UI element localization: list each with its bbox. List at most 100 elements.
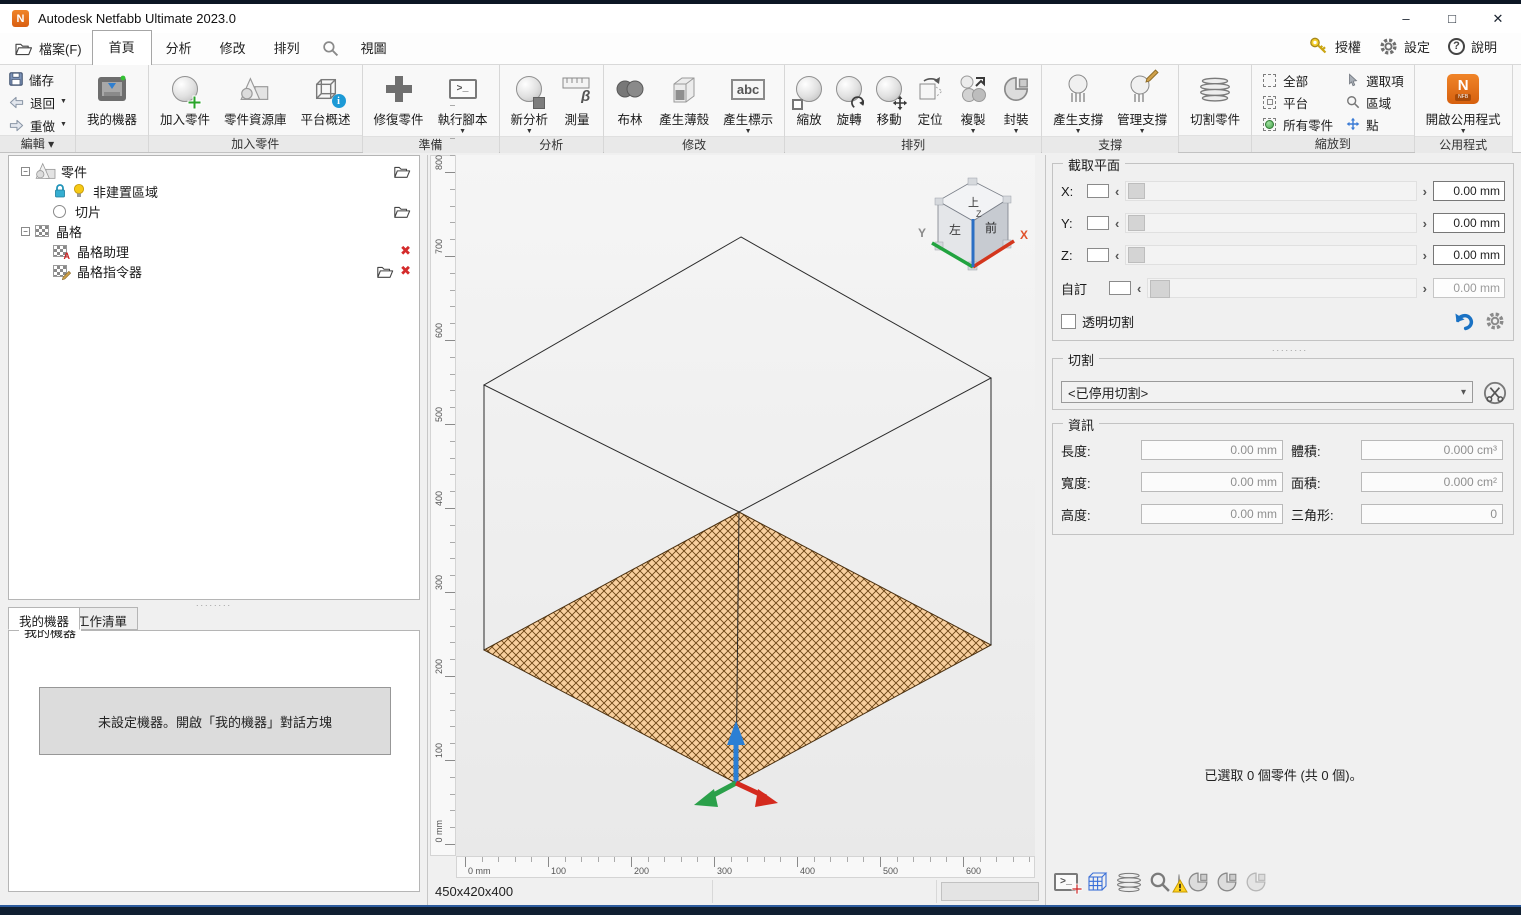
clip-z-increase[interactable]: › bbox=[1423, 249, 1427, 262]
rlab: 0 mm bbox=[468, 866, 491, 876]
slice-parts-button[interactable]: 切割零件 bbox=[1183, 68, 1247, 128]
clip-z-decrease[interactable]: ‹ bbox=[1115, 249, 1119, 262]
clip-custom-decrease[interactable]: ‹ bbox=[1137, 282, 1141, 295]
zoom-context-icon[interactable] bbox=[1149, 871, 1171, 893]
boolean-button[interactable]: 布林 bbox=[608, 68, 652, 128]
clip-y-value-input[interactable] bbox=[1433, 213, 1505, 233]
add-script-icon[interactable]: >_ bbox=[1054, 873, 1078, 891]
delete-icon[interactable]: ✖ bbox=[400, 243, 411, 259]
repair-part-button[interactable]: 修復零件 bbox=[367, 68, 431, 128]
search-icon[interactable] bbox=[314, 40, 347, 64]
clip-y-enable-checkbox[interactable] bbox=[1087, 216, 1109, 230]
clip-y-increase[interactable]: › bbox=[1423, 217, 1427, 230]
tab-view[interactable]: 視圖 bbox=[347, 32, 401, 64]
zoom-platform-button[interactable]: 平台 bbox=[1262, 92, 1333, 112]
collapse-icon[interactable]: − bbox=[21, 167, 30, 176]
clip-z-enable-checkbox[interactable] bbox=[1087, 248, 1109, 262]
tree-item-slices[interactable]: 切片 bbox=[9, 201, 419, 221]
viewport-3d[interactable]: 上 左 前 Y X Z 0 mm100200300400500600700800… bbox=[427, 155, 1045, 878]
zoom-point-button[interactable]: 點 bbox=[1345, 114, 1404, 134]
open-folder-icon[interactable] bbox=[393, 204, 411, 219]
settings-button[interactable]: 設定 bbox=[1373, 35, 1436, 58]
zoom-selection-button[interactable]: 選取項 bbox=[1345, 70, 1404, 90]
clip-custom-increase[interactable]: › bbox=[1423, 282, 1427, 295]
tab-analysis[interactable]: 分析 bbox=[152, 32, 206, 64]
zoom-all-button[interactable]: 全部 bbox=[1262, 70, 1333, 90]
tree-item-parts[interactable]: − 零件 bbox=[9, 161, 419, 181]
save-button[interactable]: 儲存 bbox=[6, 69, 69, 89]
tab-home[interactable]: 首頁 bbox=[92, 30, 152, 65]
clip-custom-enable-checkbox[interactable] bbox=[1109, 281, 1131, 295]
pack-context-icon-1[interactable] bbox=[1187, 871, 1209, 893]
view-cube[interactable]: 上 左 前 Y X Z bbox=[918, 178, 1028, 270]
pack-context-icon-2[interactable] bbox=[1216, 871, 1238, 893]
file-menu-button[interactable]: 檔案(F) bbox=[6, 34, 92, 62]
pack-button[interactable]: 封裝 ▼ bbox=[995, 68, 1037, 136]
maximize-button[interactable]: □ bbox=[1429, 4, 1475, 33]
rotate-button[interactable]: 旋轉 bbox=[829, 68, 869, 128]
help-button[interactable]: ? 說明 bbox=[1442, 35, 1503, 58]
clip-z-slider[interactable] bbox=[1125, 245, 1416, 265]
clip-y-slider[interactable] bbox=[1125, 213, 1416, 233]
create-shell-button[interactable]: 產生薄殼 bbox=[652, 68, 716, 128]
open-my-machines-button[interactable]: 未設定機器。開啟「我的機器」對話方塊 bbox=[39, 687, 391, 755]
measure-button[interactable]: β 測量 bbox=[555, 68, 599, 128]
clip-x-increase[interactable]: › bbox=[1423, 185, 1427, 198]
close-button[interactable]: ✕ bbox=[1475, 4, 1521, 33]
group-label-edit[interactable]: 編輯 ▾ bbox=[0, 135, 75, 152]
titlebar[interactable]: N Autodesk Netfabb Ultimate 2023.0 – □ ✕ bbox=[0, 4, 1521, 33]
clip-x-decrease[interactable]: ‹ bbox=[1115, 185, 1119, 198]
lattice-context-icon[interactable] bbox=[1085, 870, 1109, 894]
position-button[interactable]: 定位 bbox=[909, 68, 951, 128]
tab-arrange[interactable]: 排列 bbox=[260, 32, 314, 64]
clip-custom-slider[interactable] bbox=[1147, 278, 1416, 298]
add-part-button[interactable]: 加入零件 bbox=[153, 68, 217, 128]
redo-button[interactable]: 重做▼ bbox=[6, 115, 69, 135]
part-library-button[interactable]: 零件資源庫 bbox=[217, 68, 294, 128]
execute-cut-scissors-icon[interactable] bbox=[1483, 381, 1507, 405]
analysis-warning-icon[interactable] bbox=[1178, 875, 1180, 890]
clip-x-slider[interactable] bbox=[1125, 181, 1416, 201]
cut-mode-dropdown[interactable]: <已停用切割> ▾ bbox=[1061, 381, 1473, 403]
open-folder-icon[interactable] bbox=[393, 164, 411, 179]
clip-x-value-input[interactable] bbox=[1433, 181, 1505, 201]
duplicate-button[interactable]: 複製 ▼ bbox=[951, 68, 995, 136]
zoom-region-button[interactable]: 區域 bbox=[1345, 92, 1404, 112]
clip-z-value-input[interactable] bbox=[1433, 245, 1505, 265]
right-splitter-handle[interactable]: ........ bbox=[1272, 343, 1308, 353]
tab-my-machines[interactable]: 我的機器 bbox=[8, 607, 80, 630]
collapse-icon[interactable]: − bbox=[21, 227, 30, 236]
tree-item-lattice[interactable]: − 晶格 bbox=[9, 221, 419, 241]
scale-button[interactable]: 縮放 bbox=[789, 68, 829, 128]
clip-y-decrease[interactable]: ‹ bbox=[1115, 217, 1119, 230]
tree-item-lattice-commander[interactable]: 晶格指令器 ✖ bbox=[9, 261, 419, 281]
viewport-scene[interactable]: 上 左 前 Y X Z bbox=[456, 155, 1035, 856]
bulb-icon[interactable] bbox=[73, 183, 85, 199]
tab-modify[interactable]: 修改 bbox=[206, 32, 260, 64]
reset-clipping-icon[interactable] bbox=[1453, 310, 1475, 332]
zoom-all-parts-button[interactable]: 所有零件 bbox=[1262, 114, 1333, 134]
tree-item-lattice-assistant[interactable]: A 晶格助理 ✖ bbox=[9, 241, 419, 261]
height-field bbox=[1141, 504, 1283, 524]
slices-context-icon[interactable] bbox=[1116, 871, 1142, 893]
new-analysis-button[interactable]: 新分析 ▼ bbox=[504, 68, 556, 136]
move-button[interactable]: 移動 bbox=[869, 68, 909, 128]
clip-x-enable-checkbox[interactable] bbox=[1087, 184, 1109, 198]
open-folder-icon[interactable] bbox=[376, 264, 394, 279]
run-script-button[interactable]: >_ 執行腳本 ▼ bbox=[431, 68, 495, 136]
generate-support-button[interactable]: 產生支撐 ▼ bbox=[1046, 68, 1110, 136]
create-labels-button[interactable]: abc 產生標示 ▼ bbox=[716, 68, 780, 136]
open-utility-button[interactable]: NNFB 開啟公用程式 ▼ bbox=[1419, 68, 1508, 136]
undo-button[interactable]: 退回▼ bbox=[6, 92, 69, 112]
platform-overview-button[interactable]: i 平台概述 bbox=[294, 68, 358, 128]
delete-icon[interactable]: ✖ bbox=[400, 263, 411, 279]
license-button[interactable]: 授權 bbox=[1303, 34, 1367, 58]
manage-support-button[interactable]: 管理支撐 ▼ bbox=[1110, 68, 1174, 136]
tree-item-no-build-zone[interactable]: 非建置區域 bbox=[9, 181, 419, 201]
lock-icon[interactable] bbox=[53, 183, 67, 199]
left-splitter-handle[interactable]: ........ bbox=[196, 598, 232, 608]
my-machines-button[interactable]: 我的機器 bbox=[80, 68, 144, 128]
clipping-settings-gear-icon[interactable] bbox=[1485, 311, 1505, 331]
transparent-cut-checkbox[interactable] bbox=[1061, 314, 1076, 329]
minimize-button[interactable]: – bbox=[1383, 4, 1429, 33]
